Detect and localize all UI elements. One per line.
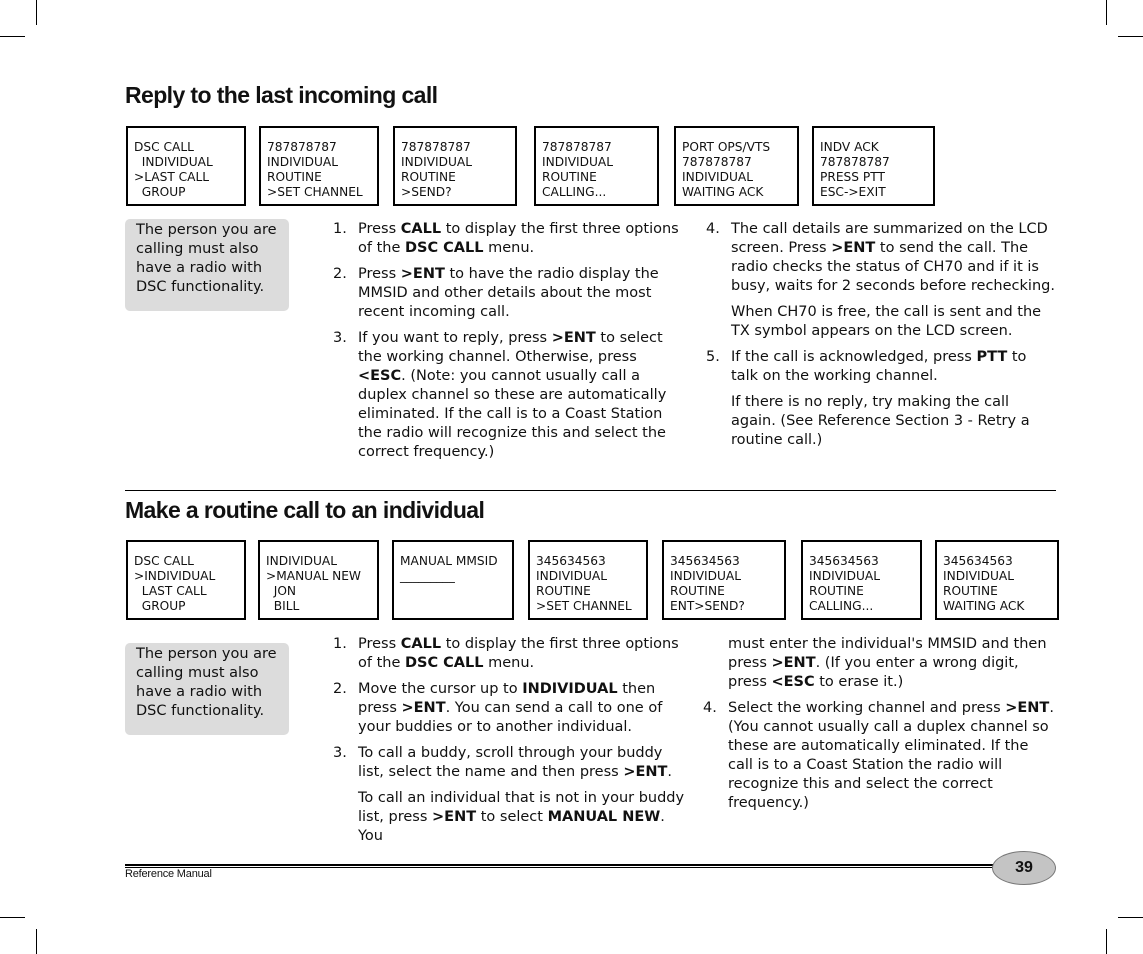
step-number: 4. bbox=[703, 700, 717, 716]
steps-column-left: 1. Press CALL to display the first three … bbox=[333, 635, 684, 853]
step-text: If you want to reply, press bbox=[358, 330, 552, 346]
step-number: 4. bbox=[706, 221, 720, 237]
key-name: >ENT bbox=[551, 330, 596, 346]
lcd-screen: 345634563 INDIVIDUAL ROUTINE CALLING... bbox=[801, 540, 922, 620]
key-name: <ESC bbox=[771, 674, 815, 690]
step-text: . (Note: you cannot usually call a duple… bbox=[358, 368, 667, 460]
step-text: To call a buddy, scroll through your bud… bbox=[358, 745, 663, 780]
key-name: CALL bbox=[400, 221, 442, 237]
lcd-screen: 345634563 INDIVIDUAL ROUTINE WAITING ACK bbox=[935, 540, 1059, 620]
step-paragraph: must enter the individual's MMSID and th… bbox=[703, 635, 1058, 692]
footer-rule bbox=[125, 867, 995, 868]
key-name: CALL bbox=[400, 636, 442, 652]
key-name: >ENT bbox=[623, 764, 668, 780]
step-text: Select the working channel and press bbox=[728, 700, 1006, 716]
step-text: menu. bbox=[483, 655, 535, 671]
lcd-screen: DSC CALL INDIVIDUAL >LAST CALL GROUP bbox=[126, 126, 246, 206]
step-text: . bbox=[667, 764, 673, 780]
key-name: <ESC bbox=[358, 368, 402, 384]
step-number: 3. bbox=[333, 745, 347, 761]
step-number: 2. bbox=[333, 681, 347, 697]
step-paragraph: To call an individual that is not in you… bbox=[333, 789, 688, 846]
crop-mark bbox=[1118, 917, 1143, 918]
step-number: 3. bbox=[333, 330, 347, 346]
step-item: 3. If you want to reply, press >ENT to se… bbox=[333, 329, 678, 462]
step-item: 2. Press >ENT to have the radio display t… bbox=[333, 265, 683, 322]
steps-column-right: 4. The call details are summarized on the… bbox=[706, 220, 1056, 457]
menu-name: DSC CALL bbox=[405, 240, 484, 256]
step-text: menu. bbox=[483, 240, 535, 256]
steps-column-right: must enter the individual's MMSID and th… bbox=[703, 635, 1055, 820]
footer-label: Reference Manual bbox=[125, 868, 212, 880]
key-name: >ENT bbox=[401, 700, 446, 716]
key-name: >ENT bbox=[1005, 700, 1050, 716]
step-text: If the call is acknowledged, press bbox=[731, 349, 977, 365]
section-divider bbox=[125, 490, 1056, 491]
crop-mark bbox=[36, 0, 37, 25]
lcd-screen: 787878787 INDIVIDUAL ROUTINE CALLING... bbox=[534, 126, 659, 206]
lcd-screen: MANUAL MMSID _________ bbox=[392, 540, 514, 620]
step-item: 4. The call details are summarized on the… bbox=[706, 220, 1056, 296]
footer-rule bbox=[125, 864, 995, 866]
key-name: >ENT bbox=[400, 266, 445, 282]
key-name: PTT bbox=[976, 349, 1008, 365]
lcd-screen: 345634563 INDIVIDUAL ROUTINE ENT>SEND? bbox=[662, 540, 786, 620]
lcd-screen: INDIVIDUAL >MANUAL NEW JON BILL bbox=[258, 540, 379, 620]
crop-mark bbox=[0, 36, 25, 37]
step-item: 4. Select the working channel and press >… bbox=[703, 699, 1055, 813]
page-number-badge: 39 bbox=[992, 851, 1056, 885]
crop-mark bbox=[1118, 36, 1143, 37]
section-title-reply-last-call: Reply to the last incoming call bbox=[125, 82, 438, 108]
menu-name: DSC CALL bbox=[405, 655, 484, 671]
step-item: 1. Press CALL to display the first three … bbox=[333, 220, 683, 258]
section-title-routine-call-individual: Make a routine call to an individual bbox=[125, 497, 485, 523]
step-text: Press bbox=[358, 221, 401, 237]
crop-mark bbox=[36, 929, 37, 954]
step-number: 1. bbox=[333, 636, 347, 652]
crop-mark bbox=[0, 917, 25, 918]
crop-mark bbox=[1106, 929, 1107, 954]
key-name: >ENT bbox=[771, 655, 816, 671]
step-paragraph: When CH70 is free, the call is sent and … bbox=[731, 304, 1042, 339]
key-name: >ENT bbox=[831, 240, 876, 256]
lcd-screen: 345634563 INDIVIDUAL ROUTINE >SET CHANNE… bbox=[528, 540, 648, 620]
step-text: to erase it.) bbox=[814, 674, 904, 690]
lcd-screen: 787878787 INDIVIDUAL ROUTINE >SEND? bbox=[393, 126, 517, 206]
step-number: 1. bbox=[333, 221, 347, 237]
key-name: >ENT bbox=[432, 809, 477, 825]
step-text: Move the cursor up to bbox=[358, 681, 523, 697]
lcd-screen: PORT OPS/VTS 787878787 INDIVIDUAL WAITIN… bbox=[674, 126, 799, 206]
crop-mark bbox=[1106, 0, 1107, 25]
lcd-screen: DSC CALL >INDIVIDUAL LAST CALL GROUP bbox=[126, 540, 246, 620]
menu-name: INDIVIDUAL bbox=[522, 681, 618, 697]
step-number: 5. bbox=[706, 349, 720, 365]
step-text: . (You cannot usually call a duplex chan… bbox=[728, 700, 1054, 811]
lcd-screen: 787878787 INDIVIDUAL ROUTINE >SET CHANNE… bbox=[259, 126, 379, 206]
step-text: Press bbox=[358, 266, 401, 282]
menu-name: MANUAL NEW bbox=[547, 809, 661, 825]
step-item: 3. To call a buddy, scroll through your b… bbox=[333, 744, 678, 782]
steps-column-left: 1. Press CALL to display the first three … bbox=[333, 220, 683, 469]
step-text: Press bbox=[358, 636, 401, 652]
note-box: The person you are calling must also hav… bbox=[125, 219, 289, 311]
step-item: 5. If the call is acknowledged, press PTT… bbox=[706, 348, 1056, 386]
note-box: The person you are calling must also hav… bbox=[125, 643, 289, 735]
step-item: 1. Press CALL to display the first three … bbox=[333, 635, 683, 673]
lcd-screen: INDV ACK 787878787 PRESS PTT ESC->EXIT bbox=[812, 126, 935, 206]
step-text: to select bbox=[476, 809, 548, 825]
step-item: 2. Move the cursor up to INDIVIDUAL then … bbox=[333, 680, 678, 737]
step-number: 2. bbox=[333, 266, 347, 282]
step-paragraph: If there is no reply, try making the cal… bbox=[731, 394, 1030, 448]
